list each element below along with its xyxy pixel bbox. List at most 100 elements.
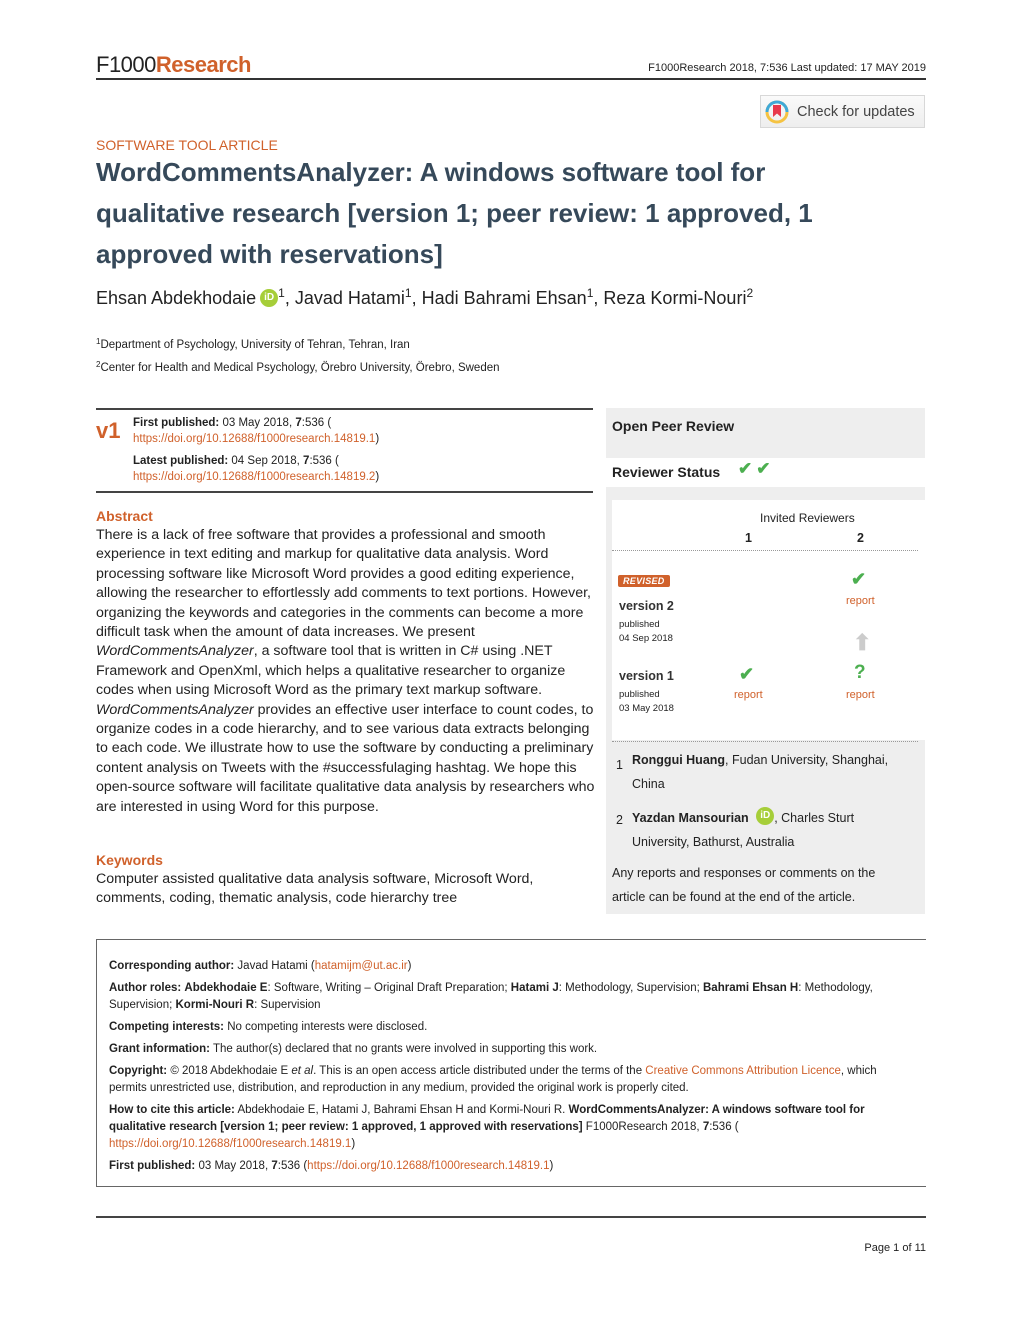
- author-affil-ref: 1: [278, 286, 285, 300]
- value: No competing interests were disclosed.: [227, 1021, 428, 1033]
- header-citation-meta: F1000Research 2018, 7:536 Last updated: …: [648, 62, 926, 74]
- software-name: WordCommentsAnalyzer: [96, 643, 254, 660]
- keywords-text: Computer assisted qualitative data analy…: [96, 871, 534, 907]
- paren: ): [375, 433, 380, 445]
- page-number: Page 1 of 11: [864, 1242, 926, 1254]
- latest-published-row: Latest published: 04 Sep 2018, 7:536 ( h…: [133, 453, 379, 485]
- reviewer-name: Ronggui Huang: [632, 753, 726, 767]
- abstract-text: There is a lack of free software that pr…: [96, 526, 596, 817]
- latest-published-date: 04 Sep 2018,: [231, 455, 300, 467]
- invited-reviewers-label: Invited Reviewers: [760, 511, 855, 525]
- logo-research: Research: [155, 52, 252, 77]
- reviewer-number: 2: [616, 813, 623, 827]
- author-roles: Author roles: Abdekhodaie E: Software, W…: [109, 980, 914, 1014]
- orcid-icon[interactable]: iD: [260, 289, 279, 307]
- header-divider: [96, 78, 926, 80]
- first-published-doi-link[interactable]: https://doi.org/10.12688/f1000research.1…: [133, 433, 375, 445]
- cite-journal: F1000Research 2018,: [582, 1121, 703, 1133]
- licence-link[interactable]: Creative Commons Attribution Licence: [645, 1065, 841, 1077]
- role-author: Hatami J: [510, 982, 559, 994]
- first-published-date: 03 May 2018,: [222, 417, 293, 429]
- email-link[interactable]: hatamijm@ut.ac.ir: [315, 960, 408, 972]
- value: 03 May 2018,: [198, 1160, 272, 1172]
- version-label[interactable]: version 2: [619, 599, 674, 613]
- check-for-updates-label: Check for updates: [797, 103, 915, 120]
- first-published-row: First published: 03 May 2018, 7:536 ( ht…: [133, 415, 379, 447]
- article-number: :536 (: [709, 1121, 739, 1133]
- author-list: Ehsan Abdekhodaie iD 1, Javad Hatami1, Had…: [96, 286, 754, 308]
- author-name[interactable]: Hadi Bahrami Ehsan: [422, 288, 587, 308]
- label: Corresponding author:: [109, 960, 235, 972]
- reviewer-entry: Ronggui Huang, Fudan University, Shangha…: [632, 748, 912, 796]
- reservations-question-icon: ?: [854, 662, 866, 683]
- role-text: : Supervision: [254, 999, 321, 1011]
- label: Copyright:: [109, 1065, 168, 1077]
- paren: ): [549, 1160, 554, 1172]
- check-for-updates-button[interactable]: Check for updates: [760, 95, 925, 128]
- review-note: Any reports and responses or comments on…: [612, 866, 876, 904]
- reviewer-name: Yazdan Mansourian: [632, 811, 749, 825]
- versions-top-divider: [96, 408, 593, 410]
- article-number: :536 (: [277, 1160, 308, 1172]
- et-al: et al: [291, 1065, 314, 1077]
- label: Competing interests:: [109, 1021, 225, 1033]
- grid-divider: [612, 741, 918, 742]
- copyright: Copyright: © 2018 Abdekhodaie E et al. T…: [109, 1063, 914, 1097]
- report-link[interactable]: report: [846, 689, 875, 701]
- author-name[interactable]: Ehsan Abdekhodaie: [96, 288, 256, 308]
- value: The author(s) declared that no grants we…: [212, 1043, 598, 1055]
- author-name[interactable]: Javad Hatami: [295, 288, 405, 308]
- reviewer-column-header: 2: [857, 531, 864, 545]
- affiliation: 2Center for Health and Medical Psycholog…: [96, 355, 500, 378]
- article-info-content: Corresponding author: Javad Hatami (hata…: [109, 958, 914, 1180]
- latest-published-doi-link[interactable]: https://doi.org/10.12688/f1000research.1…: [133, 471, 375, 483]
- reviewer-number: 1: [616, 758, 623, 772]
- competing-interests: Competing interests: No competing intere…: [109, 1019, 914, 1036]
- paren: ): [407, 960, 412, 972]
- version-label[interactable]: version 1: [619, 669, 674, 683]
- label: First published:: [109, 1160, 196, 1172]
- latest-published-label: Latest published:: [133, 455, 229, 467]
- author-affil-ref: 1: [586, 286, 594, 300]
- publication-info: First published: 03 May 2018, 7:536 ( ht…: [133, 415, 379, 491]
- cite-doi-link[interactable]: https://doi.org/10.12688/f1000research.1…: [109, 1138, 351, 1150]
- reviewer-entry: Yazdan Mansourian iD, Charles Sturt Univ…: [632, 806, 912, 854]
- report-link[interactable]: report: [734, 689, 763, 701]
- how-to-cite: How to cite this article: Abdekhodaie E,…: [109, 1102, 914, 1153]
- open-peer-review-title: Open Peer Review: [612, 418, 735, 434]
- role-author: Abdekhodaie E: [184, 982, 268, 994]
- version-published: published 03 May 2018: [619, 688, 674, 716]
- article-number: :536 (: [309, 455, 339, 467]
- crossmark-icon: [765, 100, 789, 123]
- value: . This is an open access article distrib…: [313, 1065, 646, 1077]
- software-name: WordCommentsAnalyzer: [96, 701, 254, 718]
- reviewer-column-header: 1: [745, 531, 752, 545]
- role-text: : Software, Writing – Original Draft Pre…: [267, 982, 511, 994]
- versions-bottom-divider: [96, 491, 593, 493]
- grid-divider: [612, 550, 918, 551]
- f1000research-logo[interactable]: F1000Research: [96, 52, 251, 78]
- article-number: :536 (: [301, 417, 332, 429]
- report-link[interactable]: report: [846, 595, 875, 607]
- orcid-icon[interactable]: iD: [756, 807, 775, 825]
- abstract-heading: Abstract: [96, 508, 153, 524]
- author-name[interactable]: Reza Kormi-Nouri: [603, 288, 746, 308]
- published-label: published: [619, 689, 660, 700]
- article-type: SOFTWARE TOOL ARTICLE: [96, 137, 278, 153]
- role-author: Bahrami Ehsan H: [703, 982, 799, 994]
- label: Grant information:: [109, 1043, 210, 1055]
- first-doi-link[interactable]: https://doi.org/10.12688/f1000research.1…: [307, 1160, 549, 1172]
- published-date: 03 May 2018: [619, 703, 674, 714]
- paren: ): [351, 1138, 356, 1150]
- keywords-heading: Keywords: [96, 852, 163, 868]
- affil-text: Department of Psychology, University of …: [100, 339, 410, 351]
- affiliation-list: 1Department of Psychology, University of…: [96, 332, 500, 378]
- abstract-part: There is a lack of free software that pr…: [96, 527, 591, 641]
- logo-f1000: F1000: [96, 52, 156, 77]
- cite-authors: Abdekhodaie E, Hatami J, Bahrami Ehsan H…: [237, 1104, 569, 1116]
- first-published: First published: 03 May 2018, 7:536 (htt…: [109, 1158, 914, 1175]
- author-affil-ref: 2: [746, 286, 754, 300]
- published-date: 04 Sep 2018: [619, 633, 673, 644]
- first-published-label: First published:: [133, 417, 220, 429]
- value: Javad Hatami (: [237, 960, 315, 972]
